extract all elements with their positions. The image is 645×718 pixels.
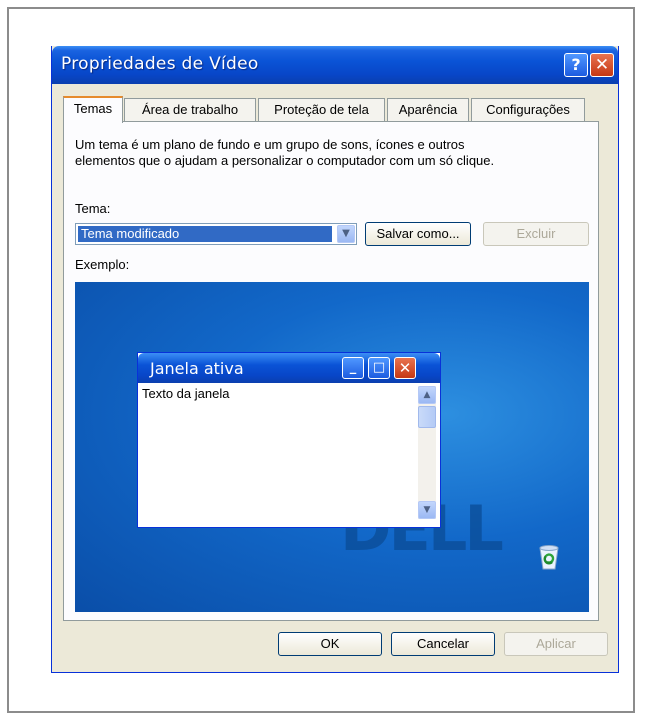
description-line-2: elementos que o ajudam a personalizar o … xyxy=(75,153,495,168)
save-as-button[interactable]: Salvar como... xyxy=(365,222,471,246)
delete-button[interactable]: Excluir xyxy=(483,222,589,246)
maximize-icon: □ xyxy=(368,357,390,379)
recycle-bin-icon xyxy=(539,545,559,570)
theme-label: Tema: xyxy=(75,201,111,216)
description-line-1: Um tema é um plano de fundo e um grupo d… xyxy=(75,137,465,152)
tab-protecao-de-tela[interactable]: Proteção de tela xyxy=(258,98,385,121)
tab-configuracoes[interactable]: Configurações xyxy=(471,98,585,121)
theme-description: Um tema é um plano de fundo e um grupo d… xyxy=(75,137,585,169)
preview-scrollbar: ▲ ▼ xyxy=(418,386,436,519)
scroll-up-icon: ▲ xyxy=(418,386,436,404)
cancel-button[interactable]: Cancelar xyxy=(391,632,495,656)
tab-aparencia[interactable]: Aparência xyxy=(387,98,469,121)
preview-active-window: Janela ativa _ □ ✕ Texto da janela ▲ ▼ xyxy=(137,352,441,528)
close-icon[interactable]: ✕ xyxy=(590,53,614,77)
preview-window-title: Janela ativa xyxy=(150,359,244,378)
theme-preview: DELL Janela ativa _ □ ✕ Texto da janela … xyxy=(75,282,589,612)
help-icon[interactable]: ? xyxy=(564,53,588,77)
close-icon: ✕ xyxy=(394,357,416,379)
chevron-down-icon[interactable]: ▼ xyxy=(337,225,355,243)
theme-dropdown[interactable]: Tema modificado ▼ xyxy=(75,223,357,245)
example-label: Exemplo: xyxy=(75,257,130,272)
ok-button[interactable]: OK xyxy=(278,632,382,656)
tab-area-de-trabalho[interactable]: Área de trabalho xyxy=(124,98,256,121)
title-bar[interactable]: Propriedades de Vídeo ? ✕ xyxy=(52,46,618,84)
apply-button[interactable]: Aplicar xyxy=(504,632,608,656)
preview-window-text: Texto da janela xyxy=(142,386,230,401)
theme-selected-value: Tema modificado xyxy=(78,226,332,242)
scroll-thumb xyxy=(418,406,436,428)
minimize-icon: _ xyxy=(342,357,364,379)
display-properties-dialog: Propriedades de Vídeo ? ✕ Temas Área de … xyxy=(51,46,619,673)
scroll-down-icon: ▼ xyxy=(418,501,436,519)
themes-panel: Um tema é um plano de fundo e um grupo d… xyxy=(63,121,599,621)
preview-title-bar: Janela ativa _ □ ✕ xyxy=(138,353,440,383)
tab-temas[interactable]: Temas xyxy=(63,96,123,123)
window-title: Propriedades de Vídeo xyxy=(61,54,259,74)
